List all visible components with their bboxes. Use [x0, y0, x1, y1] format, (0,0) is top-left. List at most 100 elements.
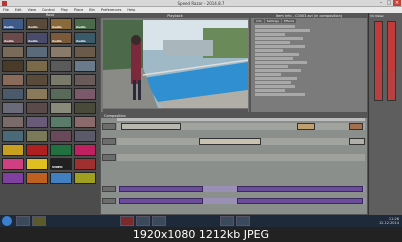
bin-thumbnail[interactable]: [2, 144, 24, 156]
taskbar-app[interactable]: [16, 216, 30, 226]
taskbar-app[interactable]: [120, 216, 134, 226]
bin-thumbnail[interactable]: [50, 172, 72, 184]
bin-thumbnail[interactable]: [74, 60, 96, 72]
bin-thumbnail[interactable]: [26, 102, 48, 114]
screenshot-root: Speed Razor - 2014.8.7 – □ × File Edit V…: [0, 0, 402, 242]
bin-thumbnail[interactable]: [26, 60, 48, 72]
bin-thumbnail[interactable]: [26, 46, 48, 58]
bin-thumbnail[interactable]: [26, 130, 48, 142]
bin-thumbnail[interactable]: Audio: [26, 32, 48, 44]
bin-thumbnail[interactable]: [26, 172, 48, 184]
track-header[interactable]: [102, 154, 116, 161]
bin-thumbnail[interactable]: [26, 116, 48, 128]
video-frame-image: [103, 20, 248, 108]
bin-thumbnail[interactable]: Audio: [2, 18, 24, 30]
video-track-1[interactable]: [117, 123, 365, 130]
bin-thumbnail[interactable]: [2, 116, 24, 128]
bin-thumbnail-label: Audio: [52, 39, 62, 43]
timeline-clip[interactable]: [349, 123, 363, 130]
taskbar-app[interactable]: [136, 216, 150, 226]
bin-thumbnail[interactable]: Audio: [74, 32, 96, 44]
clock-date: 12.12.2014: [378, 221, 399, 225]
audio-clip[interactable]: [119, 198, 203, 204]
bin-thumbnail[interactable]: Audio: [50, 18, 72, 30]
tab-settings[interactable]: Settings: [264, 19, 281, 23]
tab-info[interactable]: Info: [254, 19, 264, 23]
close-button[interactable]: ×: [393, 0, 401, 6]
bin-thumbnail[interactable]: [2, 102, 24, 114]
video-track-3[interactable]: [117, 154, 365, 161]
bin-thumbnail[interactable]: [50, 60, 72, 72]
bins-title: Root: [0, 13, 100, 17]
video-track-2[interactable]: [117, 138, 365, 145]
audio-clip[interactable]: [237, 186, 363, 192]
bin-thumbnail[interactable]: [50, 46, 72, 58]
bin-thumbnail[interactable]: [26, 144, 48, 156]
audio-clip[interactable]: [237, 198, 363, 204]
bin-thumbnail[interactable]: [50, 116, 72, 128]
bin-thumbnail[interactable]: Audio: [2, 32, 24, 44]
bin-thumbnail-label: Audio: [76, 25, 86, 29]
video-preview[interactable]: [103, 20, 248, 108]
bin-thumbnail[interactable]: Audio: [50, 32, 72, 44]
bin-thumbnail[interactable]: Audio: [26, 18, 48, 30]
bin-thumbnail-label: Audio: [28, 39, 38, 43]
bin-thumbnail[interactable]: [74, 46, 96, 58]
title-bar[interactable]: Speed Razor - 2014.8.7 – □ ×: [0, 0, 402, 7]
bin-thumbnail[interactable]: [74, 88, 96, 100]
bin-thumbnail[interactable]: [74, 102, 96, 114]
audio-clip[interactable]: [119, 186, 203, 192]
minimize-button[interactable]: –: [377, 0, 385, 6]
bin-thumbnail[interactable]: [2, 74, 24, 86]
playback-panel: Playback: [100, 13, 250, 113]
bin-thumbnail[interactable]: [26, 74, 48, 86]
taskbar-app[interactable]: [152, 216, 166, 226]
taskbar: 11:26 12.12.2014: [0, 215, 402, 227]
system-clock[interactable]: 11:26 12.12.2014: [379, 217, 399, 225]
bin-thumbnail[interactable]: [74, 158, 96, 170]
taskbar-app[interactable]: [32, 216, 46, 226]
bin-thumbnail[interactable]: [74, 116, 96, 128]
tab-effects[interactable]: Effects: [282, 19, 297, 23]
bin-thumbnail[interactable]: [2, 46, 24, 58]
bin-thumbnail[interactable]: [50, 144, 72, 156]
bin-thumbnail[interactable]: [74, 74, 96, 86]
bin-thumbnail[interactable]: [74, 172, 96, 184]
bin-thumbnail[interactable]: [2, 130, 24, 142]
maximize-button[interactable]: □: [385, 0, 393, 6]
bin-thumbnail[interactable]: [50, 102, 72, 114]
start-button[interactable]: [2, 216, 12, 226]
bin-thumbnail-label: Audio: [4, 39, 14, 43]
bin-thumbnail[interactable]: Audio: [74, 18, 96, 30]
bin-thumbnail[interactable]: [50, 88, 72, 100]
track-header[interactable]: [102, 198, 116, 204]
composition-panel: Composition: [100, 113, 368, 215]
info-text-lines: [255, 25, 315, 97]
bin-thumbnail[interactable]: [26, 88, 48, 100]
taskbar-app[interactable]: [236, 216, 250, 226]
bin-thumbnail[interactable]: [2, 172, 24, 184]
bin-thumbnail[interactable]: VIDEO: [50, 158, 72, 170]
bin-thumbnail[interactable]: [2, 158, 24, 170]
bin-thumbnail[interactable]: [2, 60, 24, 72]
track-header[interactable]: [102, 123, 116, 130]
timeline-clip[interactable]: [199, 138, 261, 145]
timeline-clip[interactable]: [349, 138, 365, 145]
bin-thumbnail[interactable]: [2, 88, 24, 100]
bin-thumbnail[interactable]: [74, 144, 96, 156]
bin-thumbnail[interactable]: [50, 130, 72, 142]
timeline-ruler[interactable]: [117, 118, 365, 121]
bin-thumbnail[interactable]: [74, 130, 96, 142]
timeline-clip[interactable]: [121, 123, 181, 130]
bin-thumbnail[interactable]: [50, 74, 72, 86]
bin-thumbnail-label: Audio: [4, 25, 14, 29]
audio-track-2[interactable]: [117, 198, 365, 204]
track-header[interactable]: [102, 186, 116, 192]
vu-right-channel: [387, 21, 396, 101]
vu-title: VU Meter: [370, 14, 384, 18]
timeline-clip[interactable]: [297, 123, 315, 130]
taskbar-app[interactable]: [220, 216, 234, 226]
audio-track-1[interactable]: [117, 186, 365, 192]
bin-thumbnail[interactable]: [26, 158, 48, 170]
track-header[interactable]: [102, 138, 116, 145]
